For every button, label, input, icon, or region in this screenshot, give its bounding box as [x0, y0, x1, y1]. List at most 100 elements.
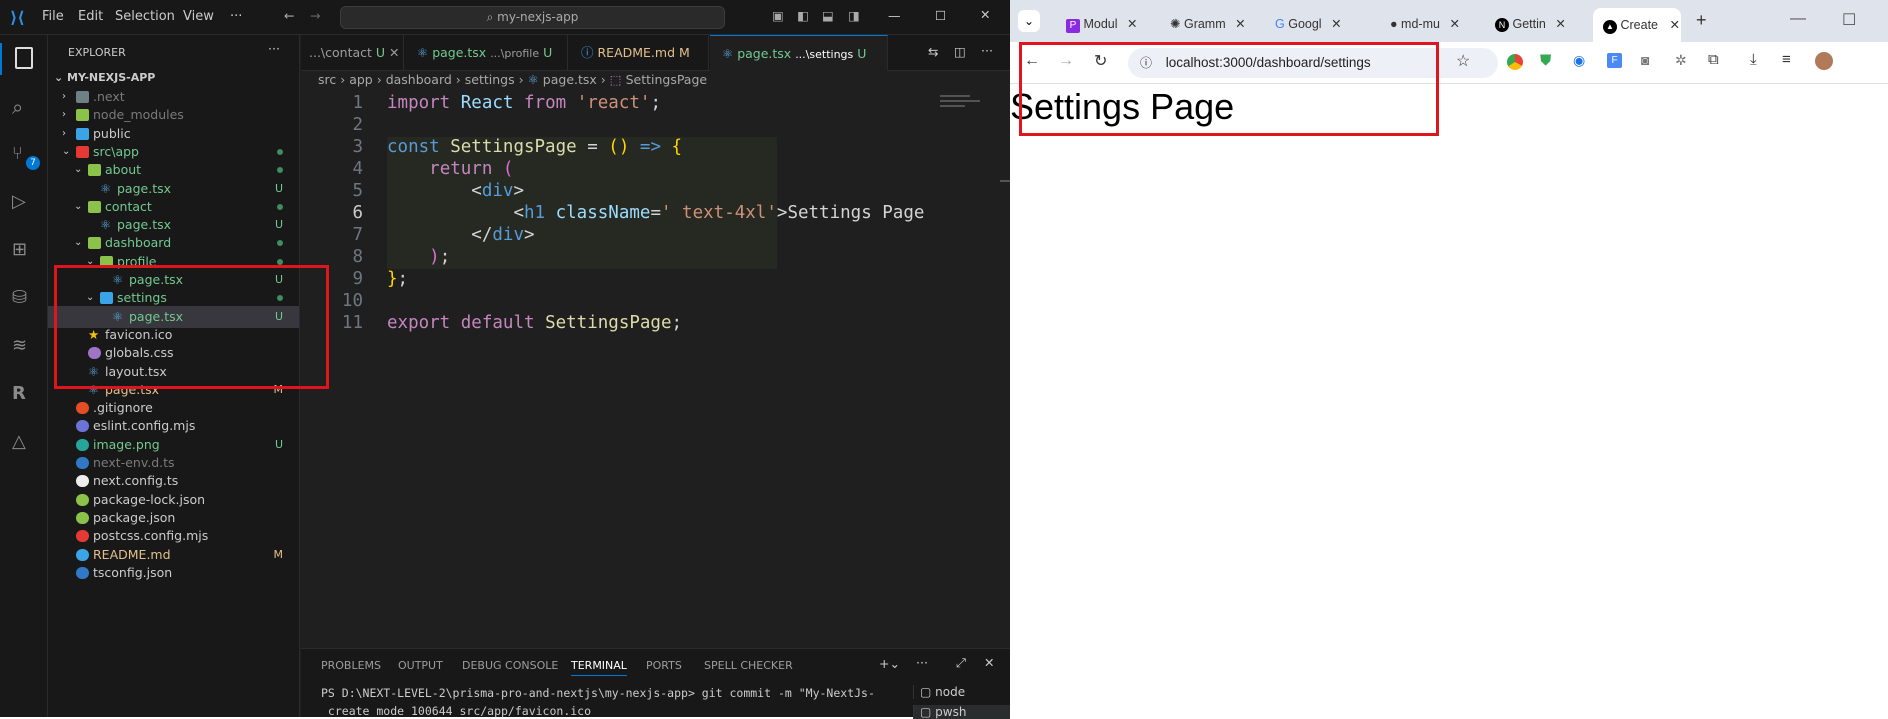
tab-status: M — [679, 45, 690, 60]
layers-icon[interactable]: ≋ — [12, 335, 36, 359]
tab-readme[interactable]: ⓘ README.md M — [569, 35, 709, 71]
terminal-session-node[interactable]: ▢ node — [913, 685, 1010, 699]
panel-tab-terminal[interactable]: TERMINAL — [571, 659, 627, 676]
run-debug-icon[interactable]: ▷ — [12, 191, 36, 215]
menu-selection[interactable]: Selection — [115, 9, 175, 24]
close-icon[interactable]: ✕ — [1449, 17, 1459, 31]
github-icon: ● — [1390, 17, 1398, 31]
ext-f-icon[interactable]: F — [1607, 53, 1622, 68]
panel-tab-spell-checker[interactable]: SPELL CHECKER — [704, 659, 793, 672]
close-icon[interactable]: ✕ — [1235, 17, 1245, 31]
close-icon[interactable]: ✕ — [1555, 17, 1565, 31]
browser-tab-3[interactable]: G Googl ✕ — [1265, 8, 1365, 42]
highlight-box-dashboard — [54, 265, 329, 389]
extension-r-icon[interactable]: R — [12, 383, 36, 407]
maximize-icon[interactable]: ☐ — [1842, 10, 1856, 30]
git-compare-icon[interactable]: ⇆ — [928, 44, 938, 59]
tab-contact[interactable]: ...\contact U ✕ — [301, 35, 404, 71]
profile-avatar[interactable] — [1815, 52, 1833, 70]
react-file-icon: ⚛ — [527, 72, 539, 87]
extensions-puzzle-icon[interactable]: ⧉ — [1708, 51, 1719, 68]
file-icon — [76, 457, 89, 469]
close-icon[interactable]: ✕ — [1331, 17, 1341, 31]
browser-tab-2[interactable]: ✺ Gramm ✕ — [1160, 8, 1260, 42]
openai-icon: ✺ — [1170, 17, 1181, 31]
panel-tab-output[interactable]: OUTPUT — [398, 659, 443, 672]
project-name: MY-NEXJS-APP — [67, 71, 156, 84]
forward-arrow-icon[interactable]: → — [310, 8, 320, 23]
search-icon[interactable]: ⌕ — [12, 95, 36, 119]
maximize-icon[interactable]: ☐ — [935, 8, 946, 23]
project-header[interactable]: ⌄ MY-NEXJS-APP — [54, 71, 155, 84]
vertical-scrollbar[interactable] — [1000, 180, 1010, 182]
close-icon[interactable]: ✕ — [1670, 18, 1680, 32]
close-icon[interactable]: ✕ — [980, 7, 990, 22]
tab-profile-page[interactable]: ⚛ page.tsx ...\profile U — [405, 35, 568, 71]
ext-chrome-icon[interactable] — [1507, 54, 1523, 70]
command-center-search[interactable]: ⌕ my-nexjs-app — [340, 6, 725, 29]
browser-tab-active[interactable]: ▲ Create ✕ — [1593, 8, 1681, 42]
explorer-more-icon[interactable]: ··· — [268, 41, 280, 56]
menu-view[interactable]: View — [183, 9, 214, 24]
menu-edit[interactable]: Edit — [78, 9, 103, 24]
split-editor-icon[interactable]: ◫ — [954, 44, 966, 59]
media-control-icon[interactable]: ≡ — [1782, 51, 1791, 68]
line-number: 9 — [352, 269, 363, 289]
breadcrumb-dashboard[interactable]: dashboard — [386, 72, 452, 87]
database-icon[interactable]: ⛁ — [12, 287, 36, 311]
close-icon[interactable]: ✕ — [1127, 17, 1137, 31]
line-number: 3 — [352, 137, 363, 157]
ext-globe-icon[interactable]: ◉ — [1573, 52, 1585, 69]
breadcrumb-symbol[interactable]: SettingsPage — [626, 72, 708, 87]
new-tab-icon[interactable]: + — [1696, 10, 1707, 31]
explorer-files-icon[interactable] — [15, 47, 33, 69]
folder-icon — [88, 164, 101, 177]
panel-more-icon[interactable]: ··· — [916, 655, 928, 670]
more-actions-icon[interactable]: ··· — [981, 43, 993, 58]
close-icon[interactable]: ✕ — [389, 45, 399, 60]
tab-status: U — [543, 45, 553, 60]
back-arrow-icon[interactable]: ← — [284, 8, 294, 23]
sidebar-toggle-icon[interactable]: ◧ — [797, 8, 809, 23]
vercel-icon: ▲ — [1603, 20, 1617, 34]
breadcrumb-src[interactable]: src — [318, 72, 336, 87]
bookmark-star-icon[interactable]: ☆ — [1456, 51, 1470, 71]
symbol-icon: ⬚ — [609, 72, 622, 87]
ext-camera-icon[interactable]: ◙ — [1641, 52, 1649, 68]
browser-tab-4[interactable]: ● md-mu ✕ — [1380, 8, 1485, 42]
tab-settings-page[interactable]: ⚛ page.tsx ...\settings U — [710, 35, 888, 71]
code-editor[interactable]: 1 2 3 4 5 6 7 8 9 10 11 import React from 'react';… — [301, 93, 1001, 643]
maximize-panel-icon[interactable]: ⤢ — [956, 655, 966, 671]
breadcrumb-settings[interactable]: settings — [465, 72, 515, 87]
chevron-down-icon: ⌄ — [54, 71, 68, 84]
panel-toggle-icon[interactable]: ⬓ — [822, 8, 834, 23]
menu-more[interactable]: ··· — [230, 9, 242, 24]
secondary-sidebar-icon[interactable]: ◨ — [848, 8, 860, 23]
minimize-icon[interactable]: — — [1790, 10, 1806, 28]
terminal-line-2: create mode 100644 src/app/favicon.ico — [321, 704, 592, 718]
panel-tab-ports[interactable]: PORTS — [646, 659, 682, 672]
panel-tab-problems[interactable]: PROBLEMS — [321, 659, 381, 672]
browser-tab-label: Modul — [1083, 17, 1118, 31]
breadcrumb-file[interactable]: page.tsx — [543, 72, 597, 87]
tab-search-icon[interactable]: ⌄ — [1018, 10, 1040, 32]
extensions-icon[interactable]: ⊞ — [12, 239, 36, 263]
minimize-icon[interactable]: — — [888, 8, 901, 23]
download-icon[interactable]: ⤓ — [1750, 51, 1757, 68]
layout-toggle-icon[interactable]: ▣ — [772, 8, 784, 23]
tab-status: U — [375, 45, 386, 60]
minimap[interactable] — [940, 93, 995, 123]
ext-shield-icon[interactable]: ⛊ — [1540, 52, 1551, 69]
browser-tab-1[interactable]: P Modul ✕ — [1056, 8, 1156, 42]
prisma-icon[interactable]: △ — [12, 431, 36, 455]
line-number: 8 — [352, 247, 363, 267]
menu-file[interactable]: File — [42, 9, 64, 24]
file-item[interactable]: tsconfig.json — [48, 562, 299, 584]
rendered-page: Settings Page — [1010, 85, 1888, 717]
ext-bug-icon[interactable]: ✲ — [1675, 52, 1687, 69]
close-panel-icon[interactable]: ✕ — [984, 655, 994, 670]
panel-tab-debug-console[interactable]: DEBUG CONSOLE — [462, 659, 558, 672]
breadcrumb-app[interactable]: app — [349, 72, 373, 87]
browser-tab-5[interactable]: N Gettin ✕ — [1485, 8, 1590, 42]
new-terminal-icon[interactable]: +⌄ — [879, 656, 900, 671]
